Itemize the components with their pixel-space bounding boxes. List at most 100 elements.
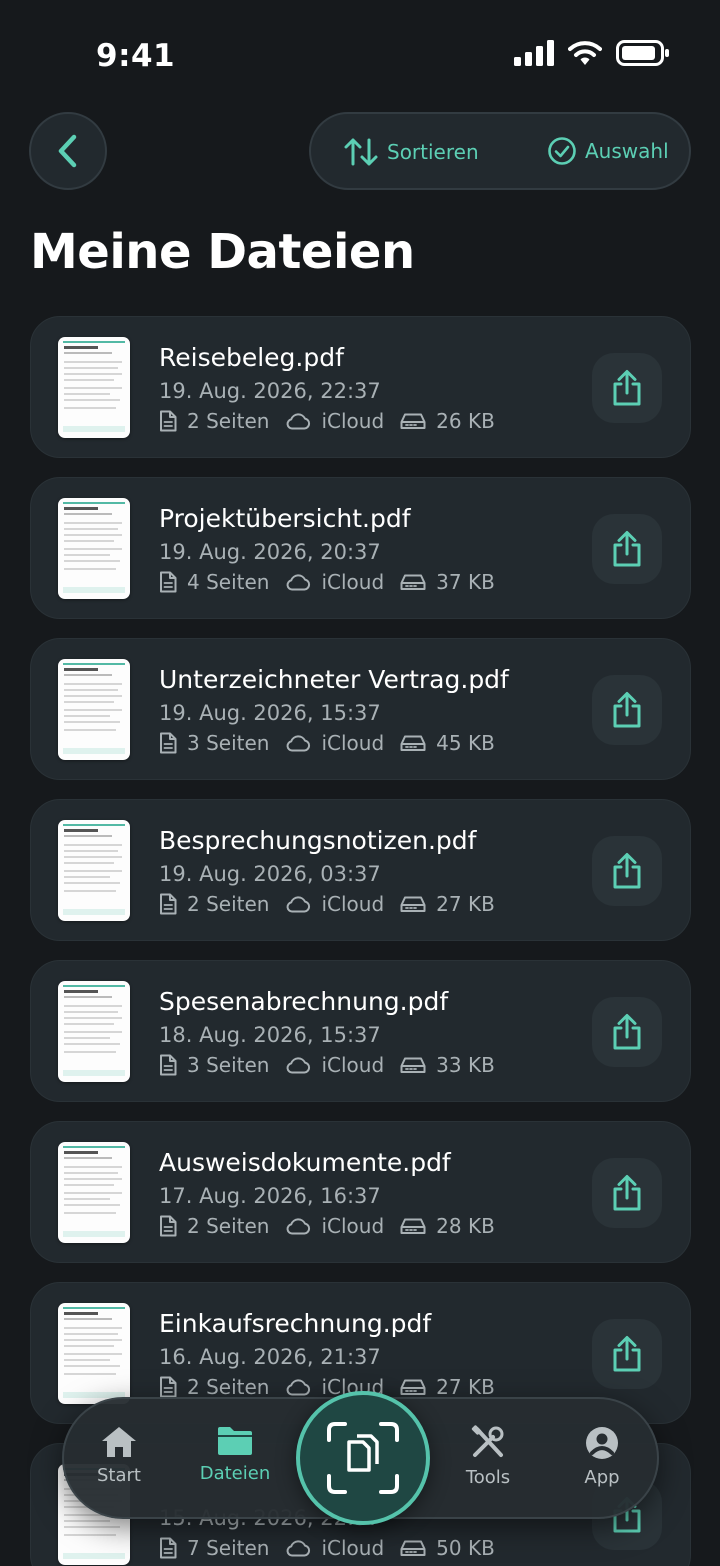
file-date: 19. Aug. 2026, 22:37 [159, 379, 381, 403]
nav-app-label: App [584, 1467, 620, 1488]
nav-start[interactable]: Start [64, 1425, 174, 1486]
document-thumbnail [58, 337, 130, 438]
folder-icon [218, 1427, 252, 1455]
tools-icon [471, 1425, 504, 1457]
check-circle-icon [548, 137, 576, 165]
storage-location: iCloud [285, 1053, 384, 1077]
document-icon [160, 1537, 177, 1559]
document-icon [160, 1376, 177, 1398]
share-button[interactable] [592, 997, 662, 1067]
file-meta: 3 Seiten iCloud 33 KB [159, 1053, 511, 1077]
file-date: 19. Aug. 2026, 20:37 [159, 540, 381, 564]
document-thumbnail [58, 1303, 130, 1404]
share-icon [613, 531, 641, 567]
cloud-icon [287, 896, 311, 913]
file-meta: 2 Seiten iCloud 27 KB [159, 1375, 511, 1399]
select-label: Auswahl [585, 139, 669, 163]
file-card[interactable]: Projektübersicht.pdf 19. Aug. 2026, 20:3… [30, 477, 691, 619]
file-date: 18. Aug. 2026, 15:37 [159, 1023, 381, 1047]
nav-app[interactable]: App [547, 1425, 657, 1488]
document-icon [160, 893, 177, 915]
storage-location: iCloud [285, 892, 384, 916]
file-name: Besprechungsnotizen.pdf [159, 826, 477, 855]
file-card[interactable]: Ausweisdokumente.pdf 17. Aug. 2026, 16:3… [30, 1121, 691, 1263]
scan-button[interactable] [296, 1391, 430, 1525]
nav-files[interactable]: Dateien [180, 1425, 290, 1484]
status-bar: 9:41 [0, 0, 720, 110]
nav-tools[interactable]: Tools [433, 1425, 543, 1488]
file-card[interactable]: Spesenabrechnung.pdf 18. Aug. 2026, 15:3… [30, 960, 691, 1102]
file-card[interactable]: Unterzeichneter Vertrag.pdf 19. Aug. 202… [30, 638, 691, 780]
document-thumbnail [58, 1142, 130, 1243]
cloud-icon [287, 413, 311, 430]
cloud-icon [287, 735, 311, 752]
share-button[interactable] [592, 353, 662, 423]
cloud-icon [287, 574, 311, 591]
file-size: 27 KB [400, 892, 495, 916]
file-date: 19. Aug. 2026, 03:37 [159, 862, 381, 886]
file-meta: 2 Seiten iCloud 27 KB [159, 892, 511, 916]
file-name: Reisebeleg.pdf [159, 343, 344, 372]
file-card[interactable]: Besprechungsnotizen.pdf 19. Aug. 2026, 0… [30, 799, 691, 941]
storage-location: iCloud [285, 570, 384, 594]
storage-location: iCloud [285, 1214, 384, 1238]
storage-location: iCloud [285, 1536, 384, 1560]
document-icon [160, 410, 177, 432]
share-button[interactable] [592, 1319, 662, 1389]
share-button[interactable] [592, 514, 662, 584]
file-name: Ausweisdokumente.pdf [159, 1148, 451, 1177]
page-count: 2 Seiten [159, 892, 269, 916]
storage-drive-icon [400, 413, 426, 429]
select-button[interactable]: Auswahl [547, 136, 669, 166]
file-size: 28 KB [400, 1214, 495, 1238]
back-button[interactable] [29, 112, 107, 190]
share-icon [613, 1175, 641, 1211]
share-icon [613, 370, 641, 406]
document-icon [160, 1054, 177, 1076]
document-thumbnail [58, 820, 130, 921]
cloud-icon [287, 1218, 311, 1235]
document-icon [160, 1215, 177, 1237]
bottom-navigation: Start Dateien Tools App [62, 1391, 659, 1525]
nav-tools-label: Tools [465, 1467, 511, 1488]
wifi-icon [568, 41, 602, 65]
share-icon [613, 1014, 641, 1050]
share-icon [613, 692, 641, 728]
page-count: 2 Seiten [159, 409, 269, 433]
page-count: 2 Seiten [159, 1375, 269, 1399]
file-size: 45 KB [400, 731, 495, 755]
document-icon [160, 732, 177, 754]
storage-drive-icon [400, 574, 426, 590]
page-count: 3 Seiten [159, 1053, 269, 1077]
file-size: 37 KB [400, 570, 495, 594]
battery-icon [616, 40, 669, 66]
share-button[interactable] [592, 675, 662, 745]
page-count: 7 Seiten [159, 1536, 269, 1560]
header-actions: Sortieren Auswahl [309, 112, 691, 190]
sort-arrows-icon [344, 138, 378, 166]
file-meta: 4 Seiten iCloud 37 KB [159, 570, 511, 594]
file-date: 17. Aug. 2026, 16:37 [159, 1184, 381, 1208]
scan-icon [327, 1422, 399, 1494]
file-size: 33 KB [400, 1053, 495, 1077]
file-size: 27 KB [400, 1375, 495, 1399]
storage-location: iCloud [285, 409, 384, 433]
file-name: Spesenabrechnung.pdf [159, 987, 449, 1016]
cloud-icon [287, 1540, 311, 1557]
storage-drive-icon [400, 735, 426, 751]
page-count: 3 Seiten [159, 731, 269, 755]
file-meta: 7 Seiten iCloud 50 KB [159, 1536, 511, 1560]
document-icon [160, 571, 177, 593]
file-size: 50 KB [400, 1536, 495, 1560]
status-time: 9:41 [96, 38, 176, 74]
storage-drive-icon [400, 1218, 426, 1234]
file-name: Projektübersicht.pdf [159, 504, 411, 533]
storage-drive-icon [400, 1379, 426, 1395]
document-thumbnail [58, 981, 130, 1082]
file-name: Einkaufsrechnung.pdf [159, 1309, 432, 1338]
file-card[interactable]: Reisebeleg.pdf 19. Aug. 2026, 22:37 2 Se… [30, 316, 691, 458]
share-button[interactable] [592, 1158, 662, 1228]
account-icon [586, 1427, 618, 1459]
share-button[interactable] [592, 836, 662, 906]
sort-button[interactable]: Sortieren [343, 136, 479, 168]
